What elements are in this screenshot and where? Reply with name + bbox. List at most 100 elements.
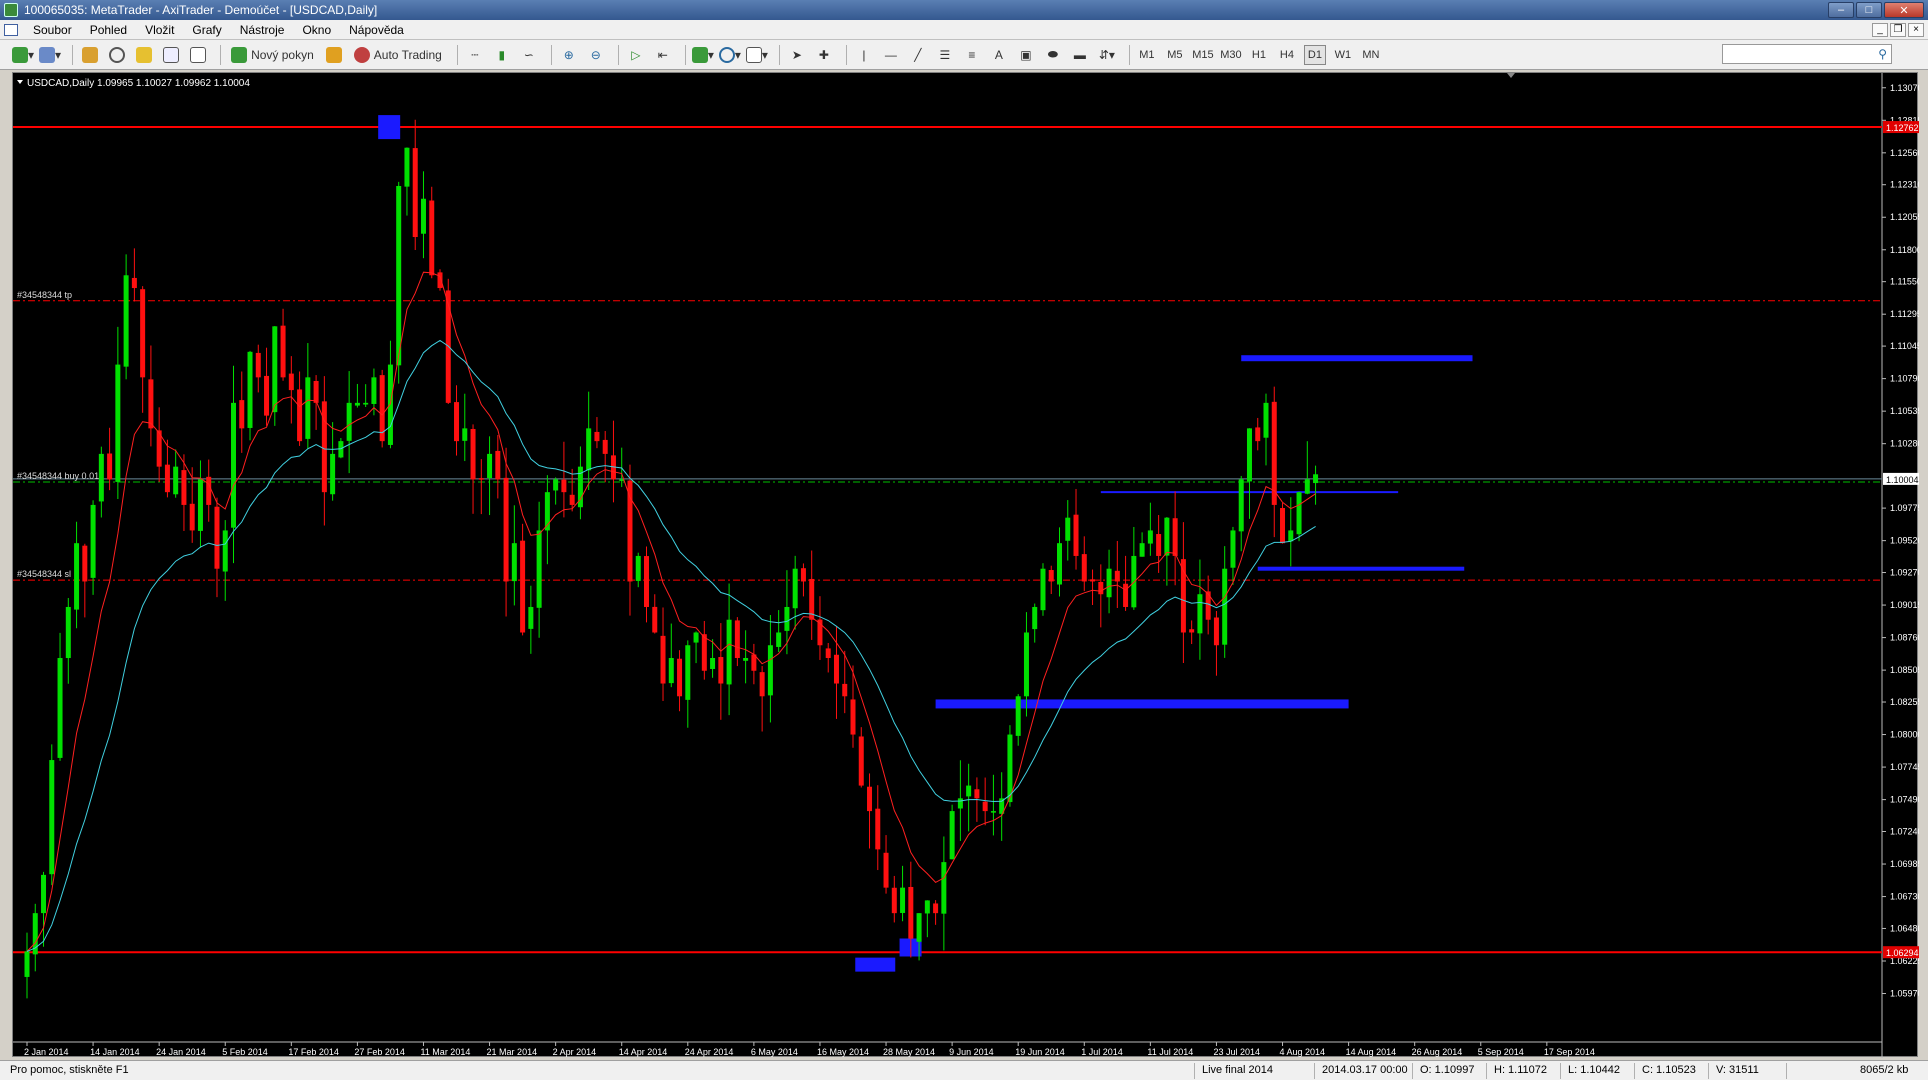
price-tick-label: 1.08505 xyxy=(1890,665,1919,675)
document-icon[interactable] xyxy=(4,23,18,36)
timeframe-m30[interactable]: M30 xyxy=(1220,45,1242,65)
arrows-button[interactable]: ⇵ ▾ xyxy=(1096,44,1118,66)
candle-body xyxy=(528,606,534,629)
cursor-button[interactable]: ➤ xyxy=(786,44,808,66)
line-chart-button[interactable]: ∽ xyxy=(518,44,540,66)
menu-vlozit[interactable]: Vložit xyxy=(136,23,183,37)
chart-shift-button[interactable]: ⇤ xyxy=(652,44,674,66)
timeframe-m5[interactable]: M5 xyxy=(1164,45,1186,65)
menu-napoveda[interactable]: Nápověda xyxy=(340,23,413,37)
timeframe-m1[interactable]: M1 xyxy=(1136,45,1158,65)
chart-restore-button[interactable]: ❐ xyxy=(1890,22,1906,37)
time-tick-label: 14 Aug 2014 xyxy=(1346,1047,1397,1057)
rectangle-button[interactable]: ▬ xyxy=(1069,44,1091,66)
time-tick-label: 24 Jan 2014 xyxy=(156,1047,206,1057)
timeframe-h1[interactable]: H1 xyxy=(1248,45,1270,65)
mid-zone[interactable] xyxy=(1257,566,1465,571)
tp-label: #34548344 tp xyxy=(17,290,72,300)
terminal-icon xyxy=(163,46,180,63)
horizontal-line-button[interactable]: — xyxy=(880,44,902,66)
candle-body xyxy=(49,760,55,875)
search-input[interactable]: ⚲ xyxy=(1722,44,1892,64)
chart-minimize-button[interactable]: _ xyxy=(1872,22,1888,37)
menu-okno[interactable]: Okno xyxy=(293,23,340,37)
favorites-button[interactable] xyxy=(133,44,155,66)
tester-button[interactable] xyxy=(187,44,209,66)
chart-menu-icon[interactable] xyxy=(17,80,23,84)
swing-low-marker[interactable] xyxy=(855,957,896,972)
new-chart-button[interactable]: ▾ xyxy=(12,44,34,66)
chart-canvas[interactable]: USDCAD,Daily 1.09965 1.10027 1.09962 1.1… xyxy=(13,73,1919,1058)
templates-button[interactable]: ▾ xyxy=(745,44,768,66)
menu-nastroje[interactable]: Nástroje xyxy=(231,23,294,37)
experts-button[interactable] xyxy=(323,44,345,66)
maximize-button[interactable]: □ xyxy=(1856,2,1882,18)
auto-trading-button[interactable]: Auto Trading xyxy=(350,44,446,66)
text-label-button[interactable]: ▣ xyxy=(1015,44,1037,66)
close-button[interactable]: ✕ xyxy=(1884,2,1924,18)
candle-body xyxy=(1313,474,1319,484)
bar-chart-button[interactable]: ┄ xyxy=(464,44,486,66)
candle-body xyxy=(511,543,517,582)
indicators-button[interactable]: ▾ xyxy=(691,44,714,66)
candle-body xyxy=(652,606,658,633)
autoscroll-button[interactable]: ▷ xyxy=(625,44,647,66)
support-zone[interactable] xyxy=(935,699,1349,709)
candle-body xyxy=(833,654,839,684)
candle-body xyxy=(363,402,369,405)
navigator-button[interactable] xyxy=(106,44,128,66)
timeframe-m15[interactable]: M15 xyxy=(1192,45,1214,65)
resistance-zone[interactable] xyxy=(1241,355,1473,362)
zoom-out-button[interactable]: ⊖ xyxy=(585,44,607,66)
menu-pohled[interactable]: Pohled xyxy=(81,23,136,37)
fibonacci-button[interactable]: ≡ xyxy=(961,44,983,66)
time-tick-label: 24 Apr 2014 xyxy=(685,1047,734,1057)
candle-body xyxy=(239,400,245,429)
channel-button[interactable]: ☰ xyxy=(934,44,956,66)
menu-soubor[interactable]: Soubor xyxy=(24,23,81,37)
app-icon xyxy=(4,3,18,17)
menu-grafy[interactable]: Grafy xyxy=(183,23,230,37)
chart-close-button[interactable]: × xyxy=(1908,22,1924,37)
trendline-button[interactable]: ╱ xyxy=(907,44,929,66)
candle-body xyxy=(974,789,980,799)
time-tick-label: 9 Jun 2014 xyxy=(949,1047,994,1057)
price-tick-label: 1.09775 xyxy=(1890,503,1919,513)
market-watch-button[interactable] xyxy=(79,44,101,66)
terminal-button[interactable] xyxy=(160,44,182,66)
time-tick-label: 2 Jan 2014 xyxy=(24,1047,69,1057)
status-traffic: 8065/2 kb xyxy=(1860,1064,1909,1076)
candle-body xyxy=(264,375,270,416)
candle-body xyxy=(900,887,906,913)
candle-body xyxy=(891,887,897,914)
timeframe-h4[interactable]: H4 xyxy=(1276,45,1298,65)
time-tick-label: 17 Sep 2014 xyxy=(1544,1047,1595,1057)
candle-body xyxy=(404,147,410,187)
zoom-in-button[interactable]: ⊕ xyxy=(558,44,580,66)
swing-high-marker[interactable] xyxy=(378,115,401,140)
timeframe-mn[interactable]: MN xyxy=(1360,45,1382,65)
ellipse-button[interactable]: ⬬ xyxy=(1042,44,1064,66)
timeframe-d1[interactable]: D1 xyxy=(1303,44,1326,65)
text-button[interactable]: A xyxy=(988,44,1010,66)
price-tick-label: 1.08760 xyxy=(1890,633,1919,643)
chart-window[interactable]: USDCAD,Daily 1.09965 1.10027 1.09962 1.1… xyxy=(12,72,1919,1058)
minimize-button[interactable]: – xyxy=(1828,2,1854,18)
crosshair-button[interactable]: ✚ xyxy=(813,44,835,66)
candle-body xyxy=(1263,402,1269,438)
candle-chart-button[interactable]: ▮ xyxy=(491,44,513,66)
status-profile[interactable]: Live final 2014 xyxy=(1202,1064,1273,1076)
price-tick-label: 1.09015 xyxy=(1890,600,1919,610)
vertical-line-button[interactable]: | xyxy=(853,44,875,66)
trendline-icon: ╱ xyxy=(914,47,922,62)
profiles-button[interactable]: ▾ xyxy=(39,44,61,66)
periods-button[interactable]: ▾ xyxy=(718,44,741,66)
time-tick-label: 19 Jun 2014 xyxy=(1015,1047,1065,1057)
vertical-line-icon: | xyxy=(862,47,866,62)
timeframe-w1[interactable]: W1 xyxy=(1332,45,1354,65)
auto-trading-label: Auto Trading xyxy=(373,47,442,62)
candle-body xyxy=(1280,508,1286,544)
candle-body xyxy=(1255,427,1261,442)
candle-body xyxy=(181,470,187,505)
new-order-button[interactable]: Nový pokyn xyxy=(227,44,318,66)
